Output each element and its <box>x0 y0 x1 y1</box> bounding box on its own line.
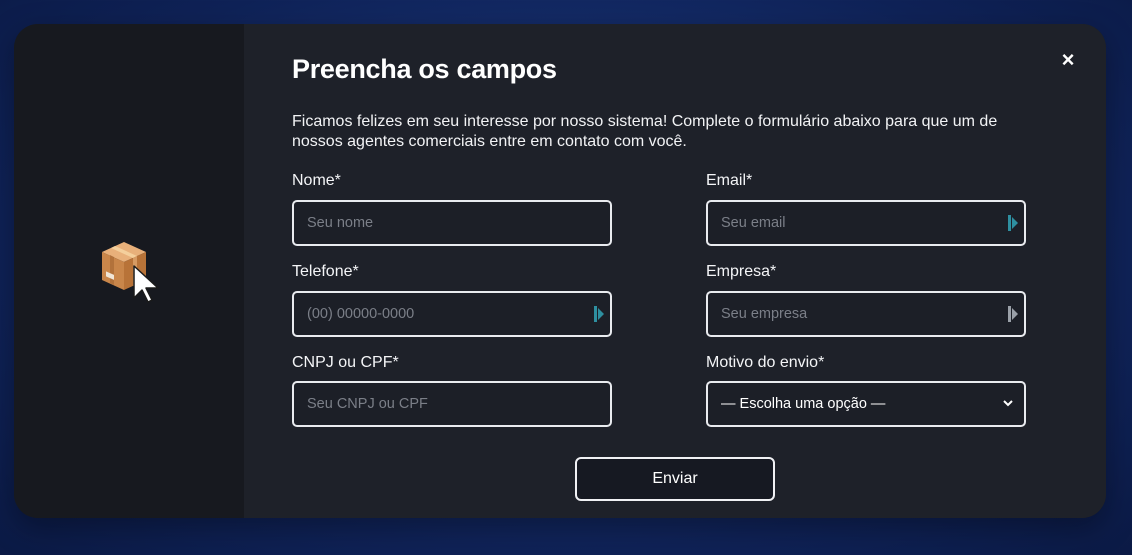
name-field-group: Nome* <box>292 172 612 246</box>
name-label: Nome* <box>292 172 341 189</box>
phone-input[interactable] <box>294 293 610 335</box>
reason-select[interactable]: — Escolha uma opção — <box>708 383 1024 425</box>
document-label: CNPJ ou CPF* <box>292 354 399 371</box>
phone-field-group: Telefone* <box>292 263 612 337</box>
name-input-box <box>292 200 612 246</box>
company-field-group: Empresa* <box>706 263 1026 337</box>
modal-sidebar <box>14 24 244 518</box>
company-input-box <box>706 291 1026 337</box>
reason-select-box: — Escolha uma opção — <box>706 381 1026 427</box>
name-input[interactable] <box>294 202 610 244</box>
email-input-box <box>706 200 1026 246</box>
document-input[interactable] <box>294 383 610 425</box>
reason-field-group: Motivo do envio* — Escolha uma opção — <box>706 354 1026 427</box>
document-input-box <box>292 381 612 427</box>
close-icon[interactable]: × <box>1058 49 1078 71</box>
modal-description: Ficamos felizes em seu interesse por nos… <box>292 113 998 150</box>
company-input[interactable] <box>708 293 1024 335</box>
email-label: Email* <box>706 172 753 189</box>
package-box-with-cursor-icon <box>102 242 159 303</box>
reason-label: Motivo do envio* <box>706 354 825 371</box>
keypass-extension-icon[interactable] <box>1008 215 1019 231</box>
contact-modal: × Preencha os campos Ficamos felizes em … <box>14 24 1106 518</box>
phone-input-box <box>292 291 612 337</box>
phone-label: Telefone* <box>292 263 359 280</box>
company-label: Empresa* <box>706 263 777 280</box>
keypass-extension-icon[interactable] <box>594 306 605 322</box>
email-input[interactable] <box>708 202 1024 244</box>
document-field-group: CNPJ ou CPF* <box>292 354 612 427</box>
email-field-group: Email* <box>706 172 1026 246</box>
submit-button[interactable]: Enviar <box>575 457 775 501</box>
keypass-extension-icon[interactable] <box>1008 306 1019 322</box>
modal-content: × Preencha os campos Ficamos felizes em … <box>244 24 1106 518</box>
modal-title: Preencha os campos <box>292 54 557 84</box>
